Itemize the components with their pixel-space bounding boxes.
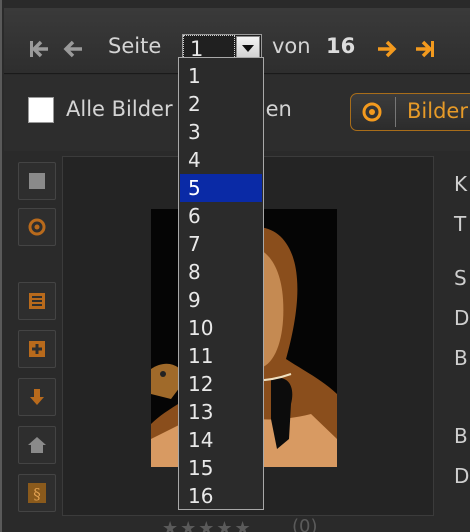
page-option[interactable]: 8 (180, 258, 262, 286)
button-divider (395, 97, 396, 127)
download-button[interactable] (18, 378, 56, 416)
images-button-label: Bilder (407, 99, 468, 123)
page-option[interactable]: 6 (180, 202, 262, 230)
paragraph-button[interactable]: § (18, 474, 56, 512)
images-button[interactable]: Bilder (350, 93, 470, 131)
page-option[interactable]: 16 (180, 482, 262, 510)
rating-count: (0) (292, 516, 318, 532)
total-pages: 16 (326, 34, 356, 58)
page-option[interactable]: 14 (180, 426, 262, 454)
metadata-label: D (454, 306, 470, 330)
metadata-label: B (454, 424, 468, 448)
download-icon (30, 389, 44, 405)
home-button[interactable] (18, 426, 56, 464)
rating-stars[interactable]: ★★★★★ (162, 518, 253, 532)
svg-text:§: § (33, 485, 41, 503)
page-option[interactable]: 13 (180, 398, 262, 426)
select-square-button[interactable] (18, 162, 56, 200)
page-option[interactable]: 1 (180, 62, 262, 90)
page-option[interactable]: 10 (180, 314, 262, 342)
of-label: von (272, 34, 311, 58)
metadata-label: D (454, 464, 470, 488)
gallery-panel: Seite 1 von 16 Alle Bilder auswählen Bil… (0, 0, 470, 532)
page-label: Seite (108, 34, 162, 58)
next-page-icon[interactable] (376, 36, 398, 62)
page-dropdown-list[interactable]: 1 2 3 4 5 6 7 8 9 10 11 12 13 14 15 16 (178, 57, 264, 510)
add-button[interactable] (18, 330, 56, 368)
page-option-highlighted[interactable]: 5 (180, 174, 262, 202)
page-option[interactable]: 3 (180, 118, 262, 146)
page-option[interactable]: 9 (180, 286, 262, 314)
page-option[interactable]: 4 (180, 146, 262, 174)
metadata-label: T (454, 212, 467, 236)
last-page-icon[interactable] (414, 36, 436, 62)
target-icon (28, 218, 46, 236)
add-icon (29, 341, 45, 357)
previous-page-icon[interactable] (62, 36, 84, 62)
select-square-icon (29, 173, 45, 189)
paragraph-icon: § (28, 483, 46, 503)
details-icon (29, 293, 45, 309)
page-option[interactable]: 11 (180, 342, 262, 370)
metadata-label: S (454, 266, 467, 290)
metadata-label: K (454, 172, 468, 196)
select-all-checkbox[interactable] (28, 97, 54, 123)
first-page-icon[interactable] (28, 36, 50, 62)
page-option[interactable]: 2 (180, 90, 262, 118)
home-icon (28, 437, 46, 453)
details-button[interactable] (18, 282, 56, 320)
page-option[interactable]: 7 (180, 230, 262, 258)
page-option[interactable]: 15 (180, 454, 262, 482)
metadata-label: B (454, 346, 468, 370)
page-option[interactable]: 12 (180, 370, 262, 398)
target-icon (362, 102, 382, 122)
target-button[interactable] (18, 208, 56, 246)
